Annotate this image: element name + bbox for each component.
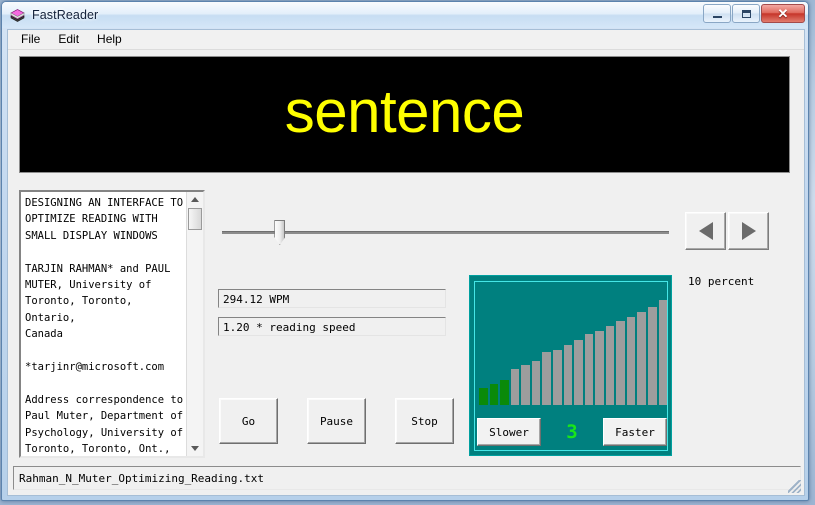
maximize-icon [742,10,751,18]
position-slider[interactable] [218,216,673,250]
speed-bar [659,300,668,405]
speed-bar [553,350,562,405]
text-pane-content: DESIGNING AN INTERFACE TO OPTIMIZE READI… [21,192,186,456]
book-stack-icon [9,7,26,23]
speed-bar [585,334,594,405]
scroll-up-icon [191,197,199,202]
menu-item-help[interactable]: Help [91,31,131,48]
status-bar: Rahman_N_Muter_Optimizing_Reading.txt [13,466,801,490]
previous-button[interactable] [685,212,726,250]
menu-item-file[interactable]: File [15,31,49,48]
title-bar[interactable]: FastReader ✕ [2,2,808,28]
menu-item-edit[interactable]: Edit [52,31,88,48]
window-buttons: ✕ [703,4,805,23]
window-title: FastReader [32,8,98,22]
speed-bar [616,321,625,405]
speed-bar [595,331,604,405]
speed-bar [606,326,615,405]
scroll-down-icon [191,446,199,451]
speed-bar [574,340,583,405]
client-area: File Edit Help sentence DESIGNING AN INT… [7,29,805,496]
pause-button[interactable]: Pause [307,398,366,444]
status-filename: Rahman_N_Muter_Optimizing_Reading.txt [19,472,264,485]
scrollbar-thumb[interactable] [188,208,202,230]
close-button[interactable]: ✕ [761,4,805,23]
speed-bar [627,317,636,405]
fastreader-window: FastReader ✕ File Edit Help [1,1,809,501]
close-icon: ✕ [778,7,789,20]
speed-bar [637,312,646,405]
maximize-button[interactable] [732,4,760,23]
speed-bar [564,345,573,405]
display-word: sentence [285,82,525,142]
speed-bar [511,369,520,405]
scroll-down-button[interactable] [187,441,203,456]
slider-thumb[interactable] [274,220,285,245]
navigation-buttons [685,212,769,250]
playback-controls: Go Pause Stop [219,398,454,444]
stop-button[interactable]: Stop [395,398,454,444]
text-pane[interactable]: DESIGNING AN INTERFACE TO OPTIMIZE READI… [19,190,205,458]
resize-grip[interactable] [788,480,801,493]
speed-control-row: Slower 3 Faster [477,416,667,448]
slower-button[interactable]: Slower [477,418,541,446]
next-button[interactable] [728,212,769,250]
speed-bar [532,361,541,405]
triangle-left-icon [699,222,713,240]
speed-bar [542,352,551,405]
triangle-right-icon [742,222,756,240]
desktop-background: FastReader ✕ File Edit Help [0,0,815,505]
wpm-readout: 294.12 WPM [218,289,446,308]
text-pane-scrollbar[interactable] [186,192,203,456]
go-button[interactable]: Go [219,398,278,444]
speed-bar-chart [479,295,667,405]
speed-panel: Slower 3 Faster [469,275,672,456]
scroll-up-button[interactable] [187,192,203,207]
faster-button[interactable]: Faster [603,418,667,446]
slider-track[interactable] [222,231,669,234]
menu-bar: File Edit Help [8,30,804,50]
minimize-icon [713,16,722,18]
speed-bar [648,307,657,405]
speed-bar [490,384,499,405]
reading-speed-multiplier-readout: 1.20 * reading speed [218,317,446,336]
speed-bar [479,388,488,405]
percent-label: 10 percent [688,275,754,288]
speed-bar [500,380,509,405]
word-display-panel: sentence [19,56,790,173]
speed-level-value: 3 [566,423,577,442]
minimize-button[interactable] [703,4,731,23]
speed-bar [521,365,530,405]
